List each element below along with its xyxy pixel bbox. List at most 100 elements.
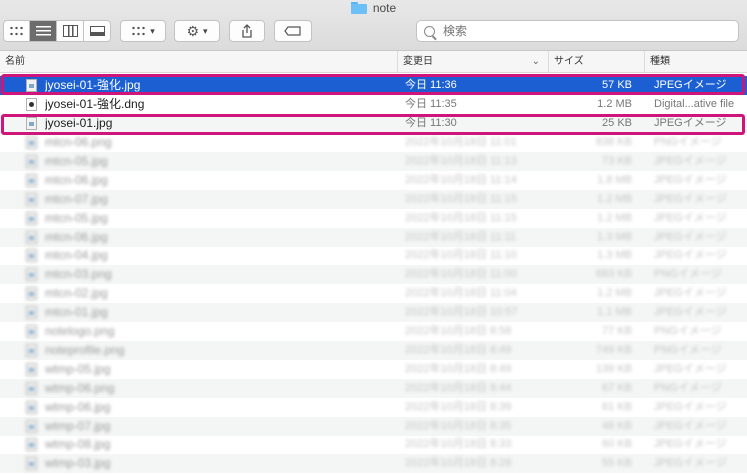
file-date: 2022年10月18日 11:15 <box>405 192 517 205</box>
file-name: wtmp-06.jpg <box>45 399 111 414</box>
file-size: 683 KB <box>595 268 632 281</box>
file-kind: JPEGイメージ <box>654 419 727 432</box>
gallery-icon <box>89 26 105 36</box>
file-kind: JPEGイメージ <box>654 173 727 186</box>
file-size: 55 KB <box>602 457 632 470</box>
file-date: 2022年10月18日 11:10 <box>405 249 517 262</box>
action-menu-button[interactable]: ⚙ ▾ <box>174 20 220 42</box>
file-size: 77 KB <box>602 325 632 337</box>
file-kind: JPEGイメージ <box>654 306 727 319</box>
file-date: 2022年10月18日 11:11 <box>405 230 516 243</box>
file-kind: PNGイメージ <box>654 381 722 394</box>
icon-view-button[interactable] <box>3 20 30 42</box>
png-file-icon <box>26 325 37 338</box>
chevron-down-icon: ▾ <box>150 25 155 36</box>
file-kind: JPEGイメージ <box>654 192 727 205</box>
view-mode-segmented-control <box>3 20 111 42</box>
file-row[interactable]: wtmp-07.jpg 2022年10月18日 8:35 48 KB JPEGイメージ <box>0 416 747 436</box>
jpeg-file-icon <box>26 230 37 244</box>
file-row[interactable]: mtcn-06.jpg 2022年10月18日 11:11 1.3 MB JPEGイメ… <box>0 227 747 247</box>
file-date: 2022年10月18日 11:15 <box>405 211 517 224</box>
tags-button[interactable] <box>274 20 312 42</box>
size-column-label: サイズ <box>554 56 584 67</box>
file-date: 2022年10月18日 8:35 <box>405 419 512 432</box>
grid-icon <box>9 25 24 37</box>
file-row[interactable]: wtmp-08.jpg 2022年10月18日 8:33 60 KB JPEGイメージ <box>0 435 747 454</box>
file-name: wtmp-03.jpg <box>45 456 111 471</box>
group-by-button[interactable]: ▾ <box>120 20 166 42</box>
name-column-label: 名前 <box>5 56 25 67</box>
size-column-header[interactable]: サイズ <box>548 51 644 72</box>
list-view-button[interactable] <box>30 20 57 42</box>
file-date: 2022年10月18日 8:44 <box>405 381 512 394</box>
kind-column-header[interactable]: 種類 <box>644 51 747 72</box>
file-row[interactable]: mtcn-02.jpg 2022年10月18日 11:04 1.2 MB JPEGイメ… <box>0 284 747 303</box>
file-size: 60 KB <box>602 438 632 451</box>
gallery-view-button[interactable] <box>84 20 111 42</box>
file-size: 61 KB <box>602 400 632 413</box>
file-date: 2022年10月18日 11:04 <box>405 287 517 300</box>
file-size: 139 KB <box>595 362 632 375</box>
file-kind: PNGイメージ <box>654 325 722 337</box>
file-row[interactable]: mtcn-06.jpg 2022年10月18日 11:14 1.8 MB JPEGイメ… <box>0 171 747 190</box>
file-row[interactable]: mtcn-05.jpg 2022年10月18日 11:13 73 KB JPEGイメー… <box>0 151 747 171</box>
file-row[interactable]: notelogo.png 2022年10月18日 8:58 77 KB PNGイメージ <box>0 322 747 341</box>
window-title: note <box>0 0 747 16</box>
column-view-button[interactable] <box>57 20 84 42</box>
png-file-icon <box>26 381 37 395</box>
jpeg-file-icon <box>26 362 37 376</box>
file-size: 1.3 MB <box>597 230 632 243</box>
column-header: 名前 変更日 ⌄ サイズ 種類 <box>0 51 747 73</box>
tag-icon <box>284 26 301 36</box>
file-name: mtcn-03.png <box>45 267 112 282</box>
file-date: 2022年10月18日 8:49 <box>405 343 512 356</box>
file-kind: JPEGイメージ <box>654 457 727 470</box>
jpeg-file-icon <box>26 192 37 206</box>
file-row[interactable]: noteprofile.png 2022年10月18日 8:49 749 KB PNG… <box>0 340 747 360</box>
search-icon <box>424 25 435 37</box>
file-size: 1.3 MB <box>597 249 632 262</box>
file-size: 1.2 MB <box>597 98 632 110</box>
file-row[interactable]: mtcn-03.png 2022年10月18日 11:00 683 KB PNGイメー… <box>0 265 747 285</box>
file-kind: JPEGイメージ <box>654 438 727 451</box>
file-row[interactable]: wtmp-03.jpg 2022年10月18日 8:28 55 KB JPEGイメージ <box>0 454 747 474</box>
file-date: 今日 11:35 <box>405 98 457 110</box>
share-button[interactable] <box>229 20 265 42</box>
file-date: 2022年10月18日 11:01 <box>405 136 517 148</box>
jpeg-file-icon <box>26 438 37 452</box>
date-column-header[interactable]: 変更日 ⌄ <box>397 51 548 72</box>
file-row[interactable]: mtcn-07.jpg 2022年10月18日 11:15 1.2 MB JPEGイメ… <box>0 189 747 209</box>
folder-icon <box>350 2 367 14</box>
file-row[interactable]: wtmp-06.jpg 2022年10月18日 8:39 61 KB JPEGイメージ <box>0 398 747 417</box>
jpeg-file-icon <box>26 306 37 320</box>
name-column-header[interactable]: 名前 <box>0 51 397 72</box>
date-column-label: 変更日 <box>403 56 433 67</box>
search-field[interactable] <box>416 20 739 42</box>
file-row[interactable]: jyosei-01-強化.dng 今日 11:35 1.2 MB Digital… <box>0 95 747 114</box>
file-row[interactable]: mtcn-01.jpg 2022年10月18日 10:57 1.1 MB JPEGイメ… <box>0 303 747 323</box>
file-size: 1.2 MB <box>597 211 632 224</box>
file-size: 67 KB <box>602 381 632 394</box>
file-kind: JPEGイメージ <box>654 230 727 243</box>
gear-icon: ⚙ <box>186 23 200 39</box>
file-row[interactable]: mtcn-06.png 2022年10月18日 11:01 838 KB PNGイメー… <box>0 133 747 152</box>
file-name: mtcn-01.jpg <box>45 305 108 320</box>
file-size: 48 KB <box>602 419 632 432</box>
png-file-icon <box>26 136 37 149</box>
file-row[interactable]: mtcn-04.jpg 2022年10月18日 11:10 1.3 MB JPEGイメ… <box>0 246 747 265</box>
file-date: 2022年10月18日 8:49 <box>405 362 512 375</box>
file-name: mtcn-06.jpg <box>45 229 108 244</box>
png-file-icon <box>26 343 37 357</box>
share-icon <box>242 24 252 38</box>
window-title-label: note <box>372 1 397 15</box>
file-name: wtmp-07.jpg <box>45 418 111 433</box>
jpeg-file-icon <box>26 287 37 301</box>
file-row[interactable]: wtmp-05.jpg 2022年10月18日 8:49 139 KB JPEGイメー… <box>0 360 747 379</box>
columns-icon <box>62 25 78 37</box>
file-row[interactable]: wtmp-06.png 2022年10月18日 8:44 67 KB PNGイメージ <box>0 378 747 398</box>
file-kind: PNGイメージ <box>654 136 722 148</box>
jpeg-file-icon <box>26 154 37 168</box>
file-row[interactable]: mtcn-05.jpg 2022年10月18日 11:15 1.2 MB JPEGイメ… <box>0 209 747 228</box>
search-input[interactable] <box>441 23 725 39</box>
file-name: wtmp-05.jpg <box>45 361 111 376</box>
